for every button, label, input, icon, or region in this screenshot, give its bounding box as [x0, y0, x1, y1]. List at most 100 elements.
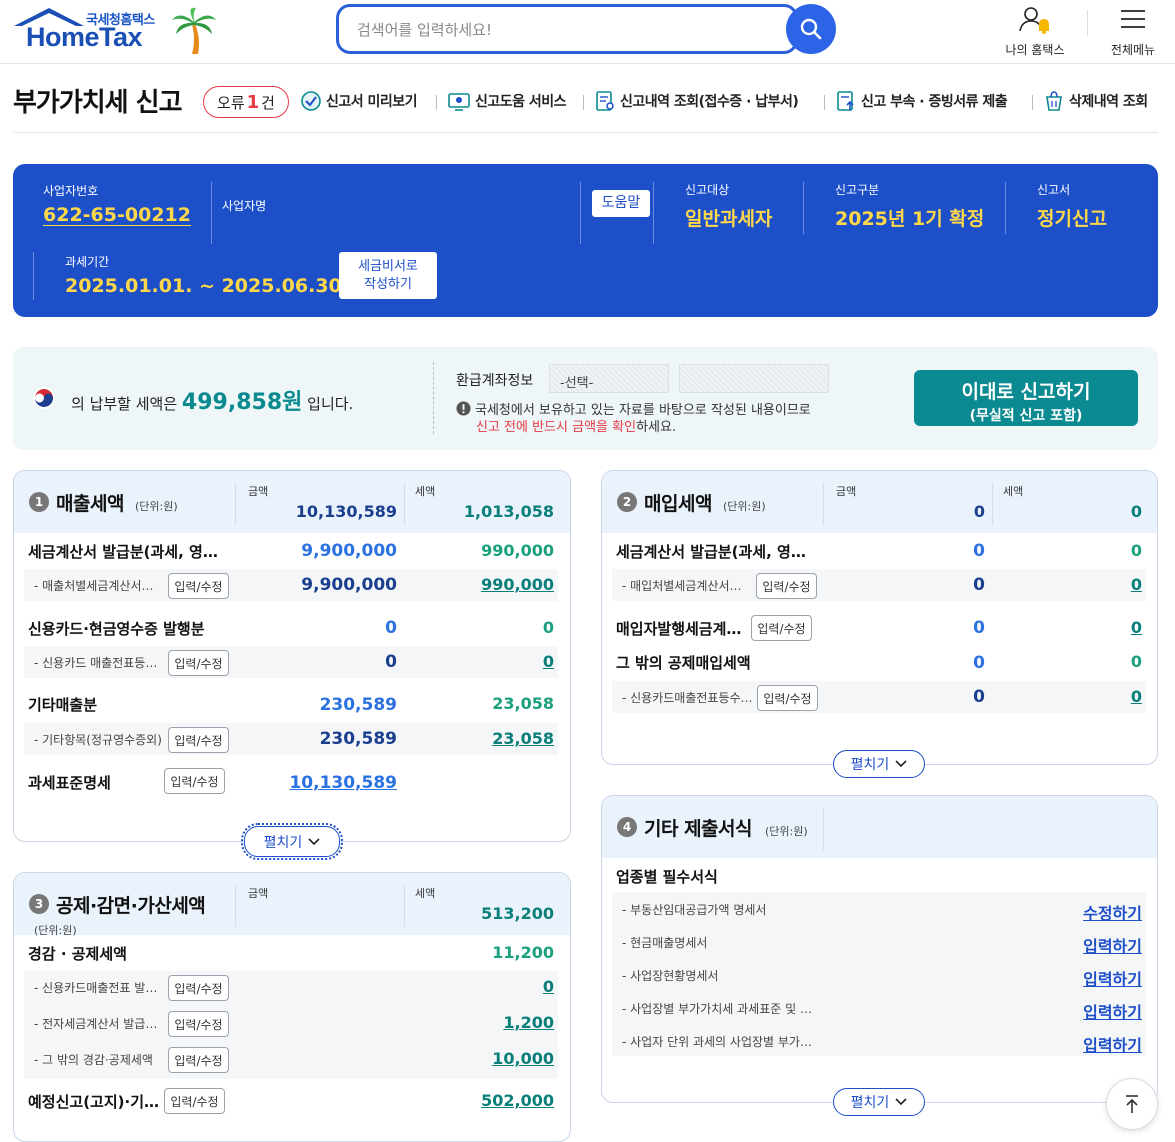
- help-button[interactable]: 도움말: [592, 190, 650, 217]
- panel-divider: [653, 182, 654, 244]
- prepaid-tax-link[interactable]: 502,000: [414, 1091, 554, 1110]
- panel-divider: [211, 182, 212, 244]
- link-divider: [824, 95, 825, 110]
- refund-bank-select[interactable]: -선택-: [549, 364, 669, 393]
- sales-invoice-tax: 990,000: [481, 541, 554, 560]
- card-slip-label: - 신용카드 매출전표등발행금액: [34, 656, 162, 670]
- search-icon: [800, 18, 822, 40]
- taxbar-divider: [433, 362, 434, 434]
- input-edit-button[interactable]: 입력/수정: [168, 1047, 229, 1073]
- payable-tax-text: 의 납부할 세액은 499,858원 입니다.: [71, 384, 353, 416]
- section-number: 3: [29, 894, 49, 914]
- file-return-button[interactable]: 이대로 신고하기 (무실적 신고 포함): [914, 370, 1138, 426]
- doc-action-link[interactable]: 입력하기: [1042, 1032, 1142, 1056]
- input-edit-button[interactable]: 입력/수정: [751, 615, 812, 641]
- scroll-to-top-button[interactable]: [1106, 1078, 1158, 1130]
- business-info-panel: 사업자번호 622-65-00212 사업자명 도움말 신고대상 일반과세자 신…: [13, 164, 1158, 317]
- bizno-label: 사업자번호: [43, 184, 99, 198]
- history-link[interactable]: 신고내역 조회(접수증 · 납부서): [594, 90, 799, 112]
- card-slip-tax-link[interactable]: 0: [414, 652, 554, 671]
- input-edit-button[interactable]: 입력/수정: [168, 727, 229, 753]
- header-divider: [235, 483, 236, 525]
- e-invoice-credit-label: - 전자세금계산서 발급세액공제: [34, 1017, 162, 1031]
- tax-secretary-button[interactable]: 세금비서로 작성하기: [339, 252, 437, 299]
- search-input[interactable]: [357, 19, 757, 41]
- trash-basket-icon: [1046, 91, 1062, 111]
- other-forms-expand-button[interactable]: 펼치기: [833, 1088, 925, 1116]
- required-forms-label: 업종별 필수서식: [616, 868, 718, 886]
- purchase-invoice-summary-tax-link[interactable]: 0: [1002, 575, 1142, 594]
- input-edit-button[interactable]: 입력/수정: [168, 650, 229, 676]
- other-credit-link[interactable]: 10,000: [414, 1049, 554, 1068]
- tax-base-amount-link[interactable]: 10,130,589: [244, 773, 397, 793]
- purchase-total-tax: 0: [1130, 502, 1142, 521]
- card-slip-received-tax-link[interactable]: 0: [1002, 687, 1142, 706]
- payable-post: 입니다.: [307, 395, 354, 413]
- purchase-expand-button[interactable]: 펼치기: [833, 750, 925, 778]
- payable-amount: 499,858원: [181, 390, 303, 415]
- other-item-tax-link[interactable]: 23,058: [414, 729, 554, 748]
- target-value: 일반과세자: [685, 208, 773, 230]
- purchase-title: 매입세액: [644, 493, 712, 515]
- expand-label: 펼치기: [850, 757, 890, 773]
- help-service-link[interactable]: 신고도움 서비스: [447, 90, 567, 112]
- input-edit-button[interactable]: 입력/수정: [168, 975, 229, 1001]
- payable-pre: 의 납부할 세액은: [71, 395, 178, 413]
- logo-text: HomeTax: [26, 22, 143, 52]
- amount-col-label: 금액: [836, 485, 857, 498]
- all-menu-button[interactable]: 전체메뉴: [1100, 4, 1166, 58]
- my-hometax-button[interactable]: 나의 홈택스: [1000, 4, 1070, 58]
- doc-action-link[interactable]: 입력하기: [1042, 966, 1142, 990]
- attach-docs-link[interactable]: 신고 부속 · 증빙서류 제출: [835, 90, 1008, 112]
- input-edit-button[interactable]: 입력/수정: [168, 573, 229, 599]
- history-link-label: 신고내역 조회(접수증 · 납부서): [620, 94, 799, 110]
- card-slip-received-amount: 0: [973, 687, 985, 707]
- expand-label: 펼치기: [263, 834, 303, 851]
- unit-label: (단위:원): [34, 924, 77, 937]
- input-edit-button[interactable]: 입력/수정: [164, 1088, 225, 1114]
- sales-invoice-summary-tax-link[interactable]: 990,000: [414, 575, 554, 594]
- tax-col-label: 세액: [1003, 485, 1024, 498]
- sales-tax-card: 1 매출세액 (단위:원) 금액 10,130,589 세액 1,013,058…: [13, 470, 571, 842]
- error-badge[interactable]: 오류 1 건: [203, 86, 289, 118]
- e-invoice-credit-link[interactable]: 1,200: [414, 1013, 554, 1032]
- other-deductible-label: 그 밖의 공제매입세액: [616, 654, 751, 672]
- deduction-total-tax: 513,200: [481, 904, 554, 923]
- deleted-history-link[interactable]: 삭제내역 조회: [1043, 90, 1148, 112]
- chevron-down-icon: [895, 760, 907, 768]
- input-edit-button[interactable]: 입력/수정: [757, 685, 818, 711]
- input-edit-button[interactable]: 입력/수정: [756, 573, 817, 599]
- form-label: 신고서: [1037, 183, 1071, 197]
- section-number: 1: [29, 492, 49, 512]
- doc-action-link[interactable]: 수정하기: [1042, 900, 1142, 924]
- sales-expand-button[interactable]: 펼치기: [241, 823, 343, 860]
- header-divider: [1087, 10, 1088, 36]
- search-button[interactable]: [786, 4, 836, 54]
- unit-label: (단위:원): [135, 500, 178, 513]
- other-deductible-amount: 0: [973, 653, 985, 673]
- deduction-card: 3 공제·감면·가산세액 (단위:원) 금액 세액 513,200 경감 · 공…: [13, 872, 571, 1142]
- top-header: 국세청홈택스 HomeTax 나의 홈택스: [0, 0, 1175, 64]
- sales-total-amount: 10,130,589: [295, 502, 397, 521]
- card-receipt-tax: 0: [542, 618, 554, 637]
- title-divider: [13, 132, 1158, 133]
- doc-action-link[interactable]: 입력하기: [1042, 933, 1142, 957]
- bizno-value[interactable]: 622-65-00212: [43, 204, 191, 226]
- input-edit-button[interactable]: 입력/수정: [168, 1011, 229, 1037]
- preview-link[interactable]: 신고서 미리보기: [300, 90, 418, 112]
- header-divider: [992, 483, 993, 525]
- hamburger-menu-icon: [1121, 10, 1145, 28]
- other-sales-label: 기타매출분: [28, 696, 98, 714]
- section-number: 4: [617, 817, 637, 837]
- chevron-down-icon: [308, 837, 320, 845]
- card-slip-received-label: - 신용카드매출전표등수령명세서: [622, 691, 755, 705]
- error-label: 오류: [217, 93, 245, 112]
- purchase-invoice-amount: 0: [973, 541, 985, 561]
- buyer-issued-invoice-tax-link[interactable]: 0: [1002, 618, 1142, 637]
- doc-action-link[interactable]: 입력하기: [1042, 999, 1142, 1023]
- card-issue-credit-link[interactable]: 0: [414, 977, 554, 996]
- input-edit-button[interactable]: 입력/수정: [164, 768, 225, 794]
- refund-account-input[interactable]: [679, 364, 829, 393]
- deleted-history-label: 삭제내역 조회: [1069, 94, 1148, 110]
- purchase-tax-card: 2 매입세액 (단위:원) 금액 0 세액 0 세금계산서 발급분(과세, 영세…: [601, 470, 1158, 765]
